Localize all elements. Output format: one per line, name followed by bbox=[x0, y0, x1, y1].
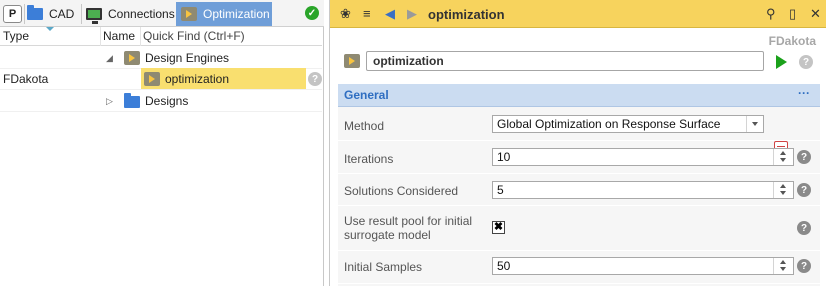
property-label: Solutions Considered bbox=[344, 184, 459, 198]
document-icon[interactable]: ▯ bbox=[789, 6, 796, 22]
object-name-input[interactable]: optimization bbox=[366, 51, 764, 71]
iterations-value: 10 bbox=[497, 150, 511, 164]
tab-optimization-label: Optimization bbox=[203, 7, 270, 21]
initial-samples-value: 50 bbox=[497, 259, 511, 273]
method-select[interactable]: Global Optimization on Response Surface bbox=[492, 115, 764, 133]
tab-connections-label: Connections bbox=[108, 7, 175, 21]
editor-title: optimization bbox=[428, 7, 505, 22]
tree-column-header: Type Name Quick Find (Ctrl+F) bbox=[0, 27, 322, 46]
collapse-arrow-icon[interactable]: ▷ bbox=[106, 96, 113, 107]
play-icon bbox=[181, 7, 197, 21]
arrow-down-icon[interactable] bbox=[780, 191, 786, 195]
object-type-label: FDakota bbox=[768, 34, 816, 48]
tree-item-label: Design Engines bbox=[145, 51, 230, 65]
tab-optimization[interactable]: Optimization bbox=[176, 2, 272, 26]
property-label: Iterations bbox=[344, 152, 394, 166]
tab-connections[interactable]: Connections bbox=[86, 3, 175, 25]
folder-icon bbox=[124, 93, 140, 108]
tab-project-label: P bbox=[8, 8, 17, 20]
help-icon[interactable]: ? bbox=[797, 150, 811, 164]
play-icon bbox=[144, 72, 160, 86]
column-type-header[interactable]: Type bbox=[3, 29, 29, 43]
property-row-iterations: Iterations 10 ? bbox=[338, 142, 820, 174]
tree-row-design-engines[interactable]: ◢ Design Engines bbox=[0, 47, 322, 69]
project-tree-pane: P CAD Connections Optimization ✓ Type Na… bbox=[0, 0, 324, 286]
spinner-buttons[interactable] bbox=[773, 182, 793, 198]
column-name-header[interactable]: Name bbox=[103, 29, 135, 43]
result-pool-checkbox[interactable]: ✖ bbox=[492, 221, 505, 234]
search-icon[interactable]: ⚲ bbox=[766, 6, 776, 22]
property-label: Method bbox=[344, 119, 385, 133]
general-section: General ··· Method Global Optimization o… bbox=[338, 84, 820, 286]
property-label: Use result pool for initial surrogate mo… bbox=[344, 214, 473, 242]
method-select-value: Global Optimization on Response Surface bbox=[497, 117, 721, 131]
initial-samples-stepper[interactable]: 50 bbox=[492, 257, 794, 275]
tab-divider bbox=[81, 4, 82, 24]
help-icon[interactable]: ? bbox=[308, 72, 322, 86]
column-resize-handle[interactable] bbox=[100, 27, 101, 46]
property-row-solutions-considered: Solutions Considered 5 ? bbox=[338, 175, 820, 206]
quick-find-field[interactable]: Quick Find (Ctrl+F) bbox=[143, 29, 245, 43]
monitor-icon bbox=[86, 8, 102, 24]
section-title: General bbox=[344, 88, 389, 102]
menu-icon[interactable]: ≡ bbox=[363, 6, 371, 21]
close-icon[interactable]: ✕ bbox=[810, 6, 821, 22]
tree-item-label: Designs bbox=[145, 94, 189, 108]
expand-arrow-icon[interactable]: ◢ bbox=[106, 53, 113, 64]
property-row-method: Method Global Optimization on Response S… bbox=[338, 108, 820, 157]
tab-cad[interactable]: CAD bbox=[27, 3, 74, 25]
tab-project[interactable]: P bbox=[3, 5, 22, 23]
forward-arrow-icon[interactable]: ▶ bbox=[407, 6, 417, 22]
arrow-down-icon[interactable] bbox=[780, 158, 786, 162]
run-button[interactable] bbox=[776, 55, 787, 69]
tree-item-type: FDakota bbox=[3, 72, 49, 86]
chevron-down-icon[interactable] bbox=[746, 116, 763, 132]
property-label: Initial Samples bbox=[344, 260, 423, 274]
help-icon[interactable]: ? bbox=[797, 183, 811, 197]
sort-indicator-icon bbox=[46, 27, 54, 31]
arrow-up-icon[interactable] bbox=[780, 184, 786, 188]
property-row-initial-samples: Initial Samples 50 ? bbox=[338, 252, 820, 284]
solutions-considered-value: 5 bbox=[497, 183, 504, 197]
section-header[interactable]: General ··· bbox=[338, 84, 820, 107]
play-icon bbox=[124, 51, 140, 65]
column-resize-handle[interactable] bbox=[140, 27, 141, 46]
help-icon[interactable]: ? bbox=[797, 259, 811, 273]
back-arrow-icon[interactable]: ◀ bbox=[385, 6, 395, 22]
play-icon bbox=[344, 54, 360, 68]
spinner-buttons[interactable] bbox=[773, 149, 793, 165]
tree-row-optimization[interactable]: FDakota optimization ? bbox=[0, 68, 322, 90]
editor-toolbar: ❀ ≡ ◀ ▶ optimization ⚲ ▯ ✕ bbox=[330, 0, 826, 28]
solutions-considered-stepper[interactable]: 5 bbox=[492, 181, 794, 199]
arrow-up-icon[interactable] bbox=[780, 151, 786, 155]
help-icon[interactable]: ? bbox=[797, 221, 811, 235]
satellite-icon[interactable]: ❀ bbox=[340, 6, 351, 22]
tab-divider bbox=[24, 4, 25, 24]
help-icon[interactable]: ? bbox=[799, 55, 813, 69]
iterations-stepper[interactable]: 10 bbox=[492, 148, 794, 166]
spinner-buttons[interactable] bbox=[773, 258, 793, 274]
property-editor-pane: ❀ ≡ ◀ ▶ optimization ⚲ ▯ ✕ FDakota optim… bbox=[329, 0, 826, 286]
property-row-result-pool: Use result pool for initial surrogate mo… bbox=[338, 207, 820, 251]
more-options-icon[interactable]: ··· bbox=[798, 86, 810, 100]
tab-cad-label: CAD bbox=[49, 7, 75, 21]
folder-icon bbox=[27, 5, 43, 20]
tree-item-label: optimization bbox=[165, 72, 230, 86]
arrow-down-icon[interactable] bbox=[780, 267, 786, 271]
sync-status-icon[interactable]: ✓ bbox=[305, 6, 319, 20]
tree-row-designs[interactable]: ▷ Designs bbox=[0, 90, 322, 112]
arrow-up-icon[interactable] bbox=[780, 260, 786, 264]
tab-bar: P CAD Connections Optimization ✓ bbox=[0, 0, 324, 27]
